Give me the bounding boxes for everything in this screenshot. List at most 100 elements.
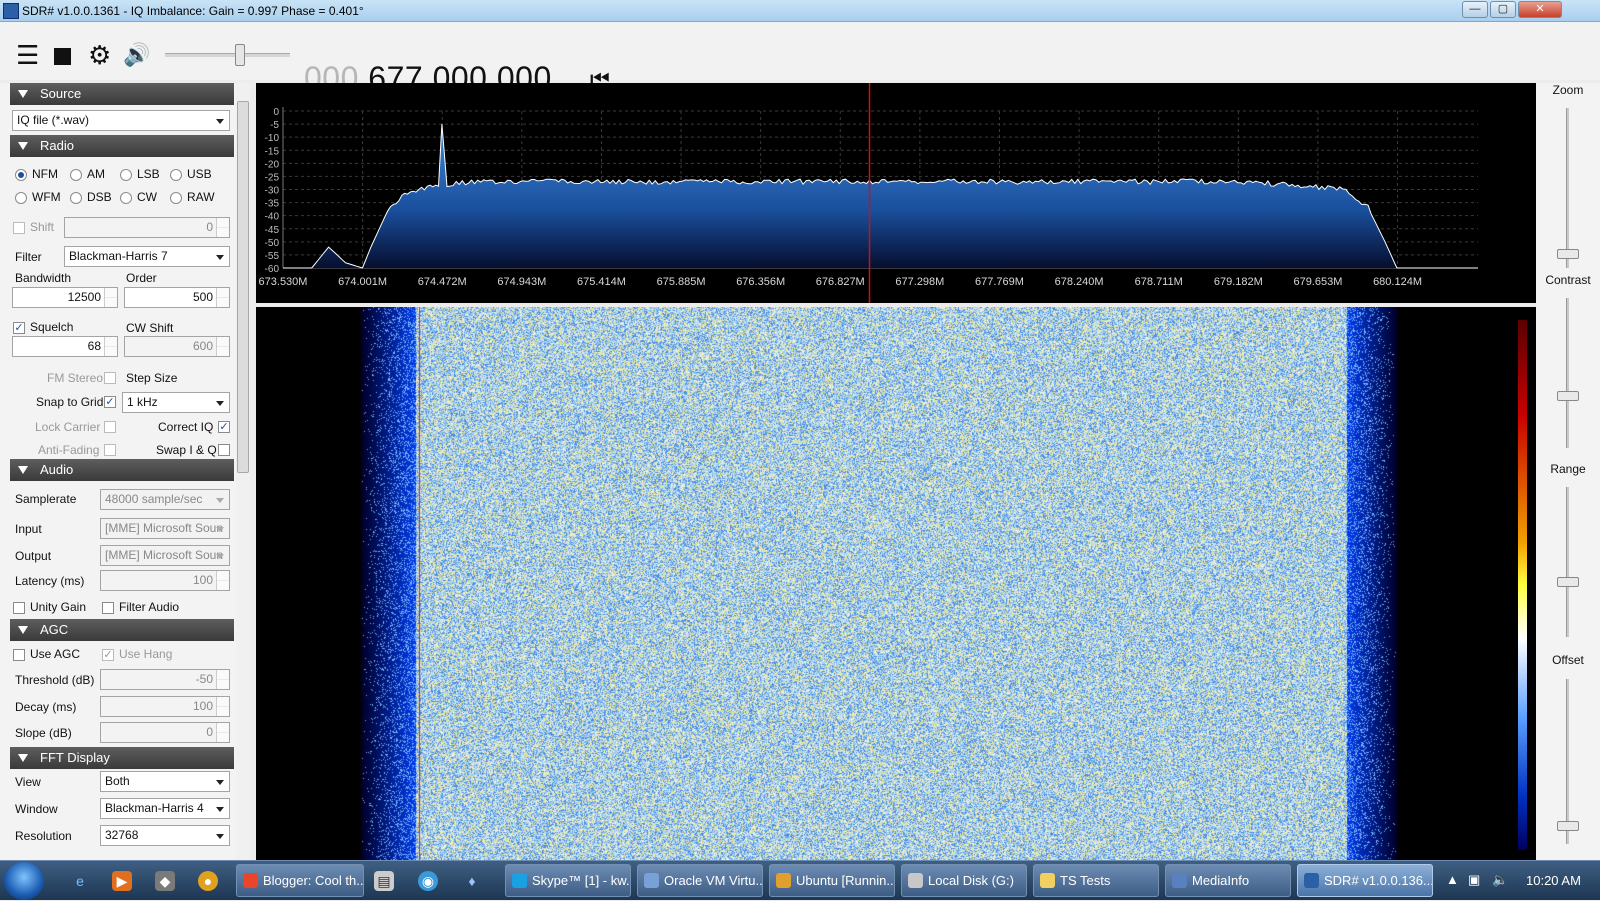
taskbar-item-label: Oracle VM Virtu...	[664, 873, 763, 888]
taskbar-item-skype[interactable]: Skype™ [1] - kw...	[505, 864, 631, 897]
zoom-slider-track[interactable]	[1566, 108, 1569, 268]
resolution-select[interactable]: 32768	[100, 825, 230, 846]
waterfall-view[interactable]	[256, 307, 1536, 860]
x-tick-label: 673.530M	[259, 276, 308, 288]
stop-icon[interactable]	[54, 48, 71, 65]
x-tick-label: 679.653M	[1293, 276, 1342, 288]
program-icon[interactable]: ◆	[155, 871, 175, 891]
panel-scrollbar-thumb[interactable]	[237, 101, 249, 473]
latency-label: Latency (ms)	[15, 574, 84, 588]
mode-radio-dsb[interactable]	[70, 192, 82, 204]
contrast-slider-thumb[interactable]	[1557, 391, 1579, 401]
close-button[interactable]: ✕	[1518, 1, 1562, 18]
threshold-input[interactable]: -50	[100, 669, 230, 690]
taskbar-item-blogger[interactable]: Blogger: Cool th...	[236, 864, 364, 897]
range-slider-track[interactable]	[1566, 487, 1569, 637]
browser-icon[interactable]: ◉	[418, 871, 438, 891]
mode-radio-wfm[interactable]	[15, 192, 27, 204]
mode-radio-raw[interactable]	[170, 192, 182, 204]
zoom-slider-thumb[interactable]	[1557, 249, 1579, 259]
bandwidth-input[interactable]: 12500	[12, 287, 118, 308]
waterfall-canvas[interactable]	[256, 307, 1486, 860]
view-select[interactable]: Both	[100, 771, 230, 792]
audio-section-header[interactable]: Audio	[10, 459, 234, 481]
shift-checkbox[interactable]	[13, 222, 25, 234]
correct-iq-checkbox[interactable]: ✓	[218, 421, 230, 433]
offset-slider-thumb[interactable]	[1557, 821, 1579, 831]
clock[interactable]: 10:20 AM	[1526, 873, 1581, 888]
lock-carrier-checkbox[interactable]	[104, 421, 116, 433]
speaker-icon[interactable]: 🔊	[123, 42, 150, 68]
correct-iq-label: Correct IQ	[158, 420, 213, 434]
cw-shift-label: CW Shift	[126, 321, 173, 335]
mode-radio-cw[interactable]	[120, 192, 132, 204]
start-button[interactable]	[4, 862, 44, 900]
tray-expand-icon[interactable]: ▲	[1446, 872, 1459, 887]
cw-shift-input[interactable]: 600	[124, 336, 230, 357]
menu-icon[interactable]: ☰	[16, 42, 39, 68]
order-label: Order	[126, 271, 157, 285]
fft-window-select[interactable]: Blackman-Harris 4	[100, 798, 230, 819]
fm-stereo-checkbox[interactable]	[104, 372, 116, 384]
snap-to-grid-checkbox[interactable]: ✓	[104, 396, 116, 408]
shield-icon[interactable]: ♦	[462, 871, 482, 891]
decay-input[interactable]: 100	[100, 696, 230, 717]
maximize-button[interactable]: ▢	[1490, 1, 1516, 18]
internet-explorer-icon[interactable]: e	[70, 871, 90, 891]
audio-output-select[interactable]: [MME] Microsoft Soun	[100, 545, 230, 566]
taskbar-item-virtualbox[interactable]: Oracle VM Virtu...	[637, 864, 763, 897]
panel-scrollbar[interactable]	[236, 83, 250, 860]
taskbar-item-ubuntu[interactable]: Ubuntu [Runnin...	[769, 864, 895, 897]
taskbar-item-icon	[644, 873, 659, 888]
mode-radio-usb[interactable]	[170, 169, 182, 181]
step-size-select[interactable]: 1 kHz	[122, 392, 230, 413]
agc-section-header[interactable]: AGC	[10, 619, 234, 641]
filter-audio-label: Filter Audio	[119, 600, 179, 614]
slope-input[interactable]: 0	[100, 722, 230, 743]
explorer-icon[interactable]: ▤	[374, 871, 394, 891]
order-input[interactable]: 500	[124, 287, 230, 308]
squelch-input[interactable]: 68	[12, 336, 118, 357]
spectrum-chart[interactable]: 0 -5 -10 -15 -20 -25 -30 -35 -40 -45 -50 -55 -60673.…	[256, 83, 1536, 303]
taskbar-item-label: Blogger: Cool th...	[263, 873, 364, 888]
slope-label: Slope (dB)	[15, 726, 72, 740]
volume-slider[interactable]	[165, 53, 290, 57]
mode-radio-am[interactable]	[70, 169, 82, 181]
volume-tray-icon[interactable]: 🔈	[1492, 872, 1508, 888]
contrast-slider-track[interactable]	[1566, 298, 1569, 448]
app-icon[interactable]: ●	[198, 871, 218, 891]
use-agc-checkbox[interactable]	[13, 649, 25, 661]
network-icon[interactable]: ▣	[1468, 872, 1480, 888]
fft-display-section-header[interactable]: FFT Display	[10, 747, 234, 769]
volume-slider-thumb[interactable]	[235, 44, 245, 66]
mode-radio-lsb[interactable]	[120, 169, 132, 181]
offset-slider-track[interactable]	[1566, 679, 1569, 844]
media-player-icon[interactable]: ▶	[112, 871, 132, 891]
source-section-header[interactable]: Source	[10, 83, 234, 105]
shift-input[interactable]: 0	[64, 217, 230, 238]
filter-select[interactable]: Blackman-Harris 7	[64, 246, 230, 267]
spectrum-view[interactable]: 0 -5 -10 -15 -20 -25 -30 -35 -40 -45 -50 -55 -60 673.…	[256, 83, 1536, 303]
latency-input[interactable]: 100	[100, 570, 230, 591]
x-tick-label: 677.769M	[975, 276, 1024, 288]
minimize-button[interactable]: —	[1462, 1, 1488, 18]
y-tick-label: -30	[265, 186, 280, 197]
filter-audio-checkbox[interactable]	[102, 602, 114, 614]
mode-radio-nfm[interactable]	[15, 169, 27, 181]
taskbar-item-ts-tests[interactable]: TS Tests	[1033, 864, 1159, 897]
samplerate-select[interactable]: 48000 sample/sec	[100, 489, 230, 510]
radio-section-header[interactable]: Radio	[10, 135, 234, 157]
use-hang-checkbox[interactable]: ✓	[102, 649, 114, 661]
unity-gain-checkbox[interactable]	[13, 602, 25, 614]
squelch-checkbox[interactable]: ✓	[13, 322, 25, 334]
source-select[interactable]: IQ file (*.wav)	[12, 110, 230, 131]
taskbar-item-sdr[interactable]: SDR# v1.0.0.136...	[1297, 864, 1433, 897]
taskbar-item-mediainfo[interactable]: MediaInfo	[1165, 864, 1291, 897]
anti-fading-checkbox[interactable]	[104, 444, 116, 456]
range-slider-thumb[interactable]	[1557, 577, 1579, 587]
swap-iq-checkbox[interactable]	[218, 444, 230, 456]
taskbar-item-icon	[243, 873, 258, 888]
audio-input-select[interactable]: [MME] Microsoft Soun	[100, 518, 230, 539]
gear-icon[interactable]: ⚙	[88, 42, 111, 68]
taskbar-item-local-disk[interactable]: Local Disk (G:)	[901, 864, 1027, 897]
